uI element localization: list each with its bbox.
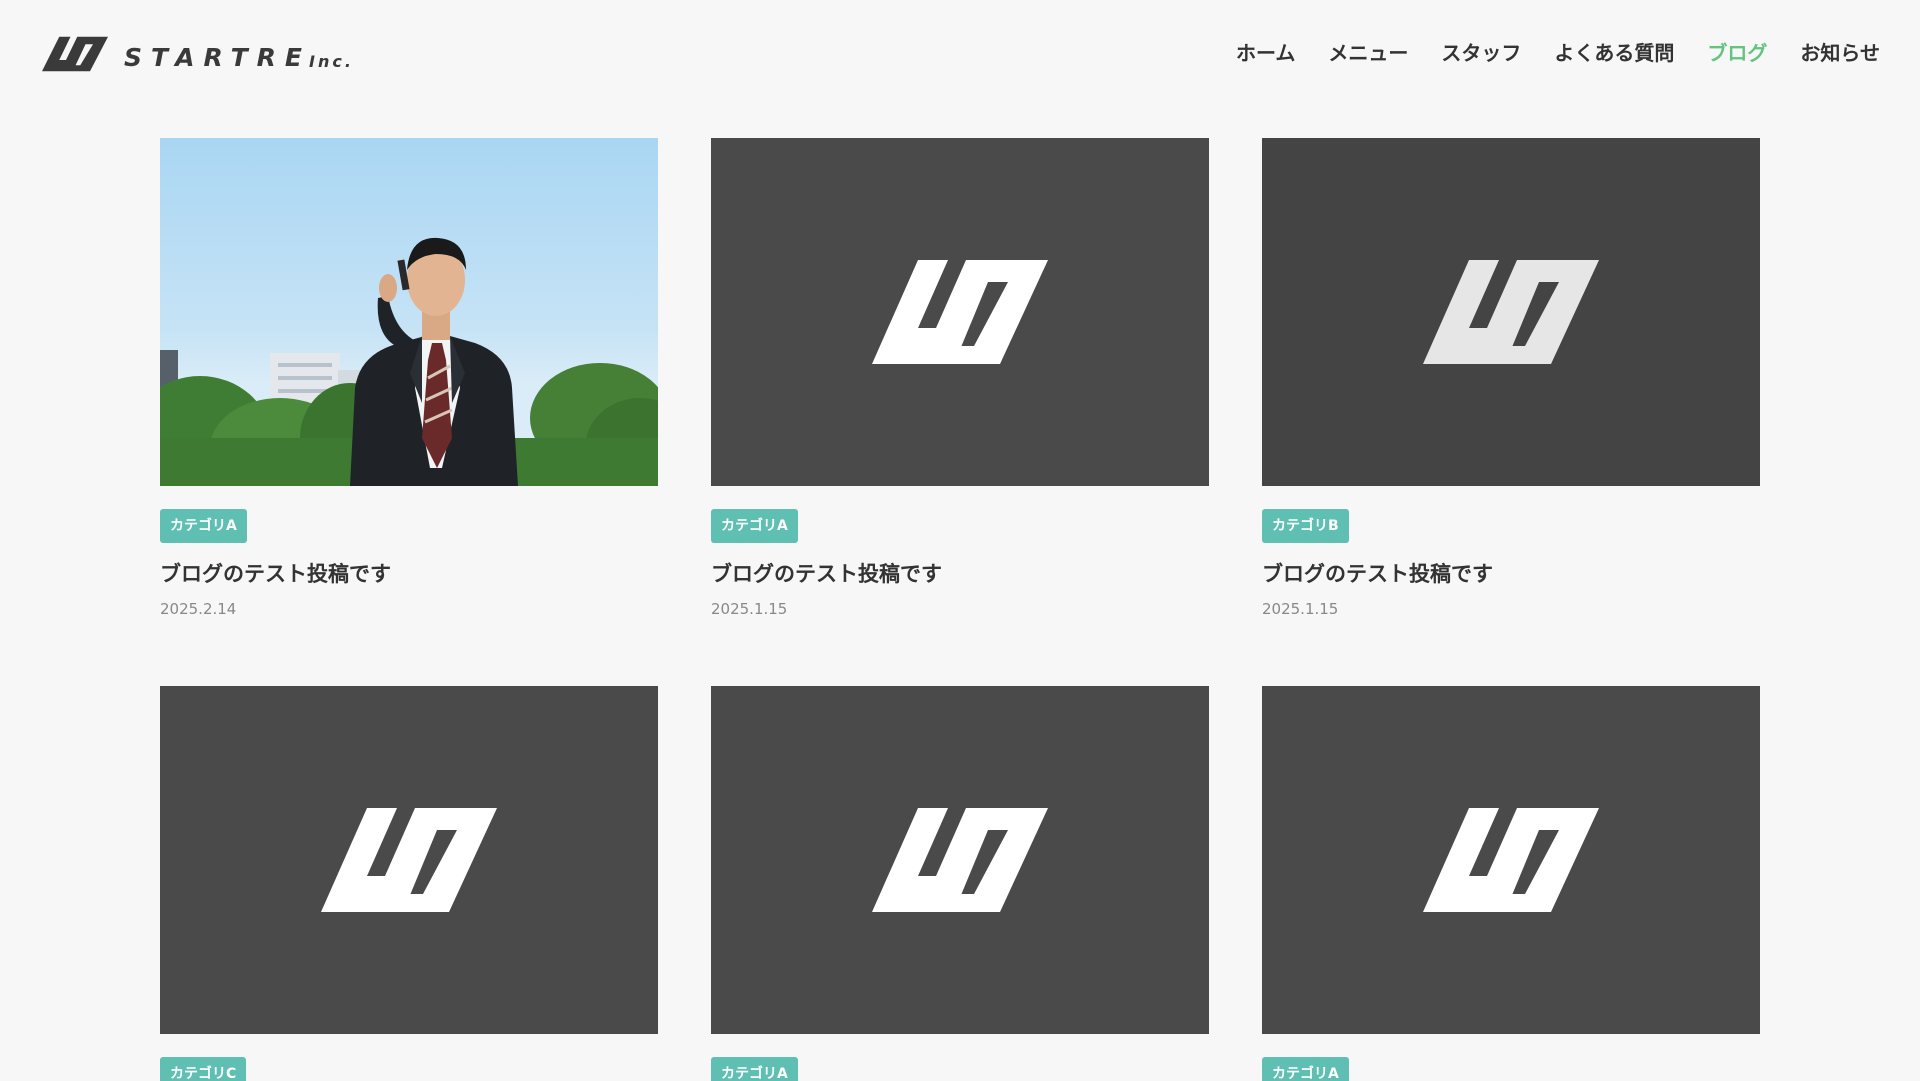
businessman-photo bbox=[160, 237, 658, 486]
nav-staff[interactable]: スタッフ bbox=[1441, 38, 1521, 68]
post-thumbnail[interactable] bbox=[160, 686, 658, 1034]
post-date: 2025.1.15 bbox=[1262, 600, 1339, 618]
main-nav: ホーム メニュー スタッフ よくある質問 ブログ お知らせ bbox=[1236, 38, 1880, 68]
nav-news[interactable]: お知らせ bbox=[1800, 38, 1880, 68]
logo-suffix: Inc. bbox=[308, 51, 354, 71]
post-date: 2025.2.14 bbox=[160, 600, 237, 618]
post-thumbnail[interactable] bbox=[1262, 138, 1760, 486]
logo-text: STARTRE bbox=[124, 42, 311, 72]
blog-card[interactable]: カテゴリC bbox=[160, 686, 658, 1081]
blog-card[interactable]: カテゴリA ブログのテスト投稿です 2025.2.14 bbox=[160, 138, 658, 619]
site-logo[interactable]: STARTRE Inc. bbox=[40, 33, 354, 75]
post-thumbnail[interactable] bbox=[160, 138, 658, 486]
post-date: 2025.1.15 bbox=[711, 600, 788, 618]
post-thumbnail[interactable] bbox=[711, 138, 1209, 486]
post-title[interactable]: ブログのテスト投稿です bbox=[711, 559, 1209, 589]
startre-logo-icon bbox=[872, 808, 1048, 912]
category-badge[interactable]: カテゴリA bbox=[711, 1057, 798, 1081]
post-thumbnail[interactable] bbox=[711, 686, 1209, 1034]
post-title[interactable]: ブログのテスト投稿です bbox=[1262, 559, 1760, 589]
startre-logo-icon bbox=[1423, 808, 1599, 912]
blog-card[interactable]: カテゴリB ブログのテスト投稿です 2025.1.15 bbox=[1262, 138, 1760, 619]
blog-card[interactable]: カテゴリA bbox=[1262, 686, 1760, 1081]
nav-faq[interactable]: よくある質問 bbox=[1554, 38, 1674, 68]
blog-card[interactable]: カテゴリA ブログのテスト投稿です 2025.1.15 bbox=[711, 138, 1209, 619]
nav-menu[interactable]: メニュー bbox=[1328, 38, 1408, 68]
category-badge[interactable]: カテゴリB bbox=[1262, 509, 1349, 543]
category-badge[interactable]: カテゴリA bbox=[1262, 1057, 1349, 1081]
blog-card[interactable]: カテゴリA bbox=[711, 686, 1209, 1081]
startre-logo-icon bbox=[42, 36, 108, 72]
nav-home[interactable]: ホーム bbox=[1236, 38, 1295, 68]
category-badge[interactable]: カテゴリA bbox=[160, 509, 247, 543]
site-header: STARTRE Inc. ホーム メニュー スタッフ よくある質問 ブログ お知… bbox=[0, 0, 1920, 110]
startre-logo-icon bbox=[872, 260, 1048, 364]
startre-logo-icon bbox=[1423, 260, 1599, 364]
startre-logo-icon bbox=[321, 808, 497, 912]
category-badge[interactable]: カテゴリA bbox=[711, 509, 798, 543]
post-title[interactable]: ブログのテスト投稿です bbox=[160, 559, 658, 589]
post-thumbnail[interactable] bbox=[1262, 686, 1760, 1034]
category-badge[interactable]: カテゴリC bbox=[160, 1057, 247, 1081]
nav-blog[interactable]: ブログ bbox=[1707, 38, 1767, 68]
